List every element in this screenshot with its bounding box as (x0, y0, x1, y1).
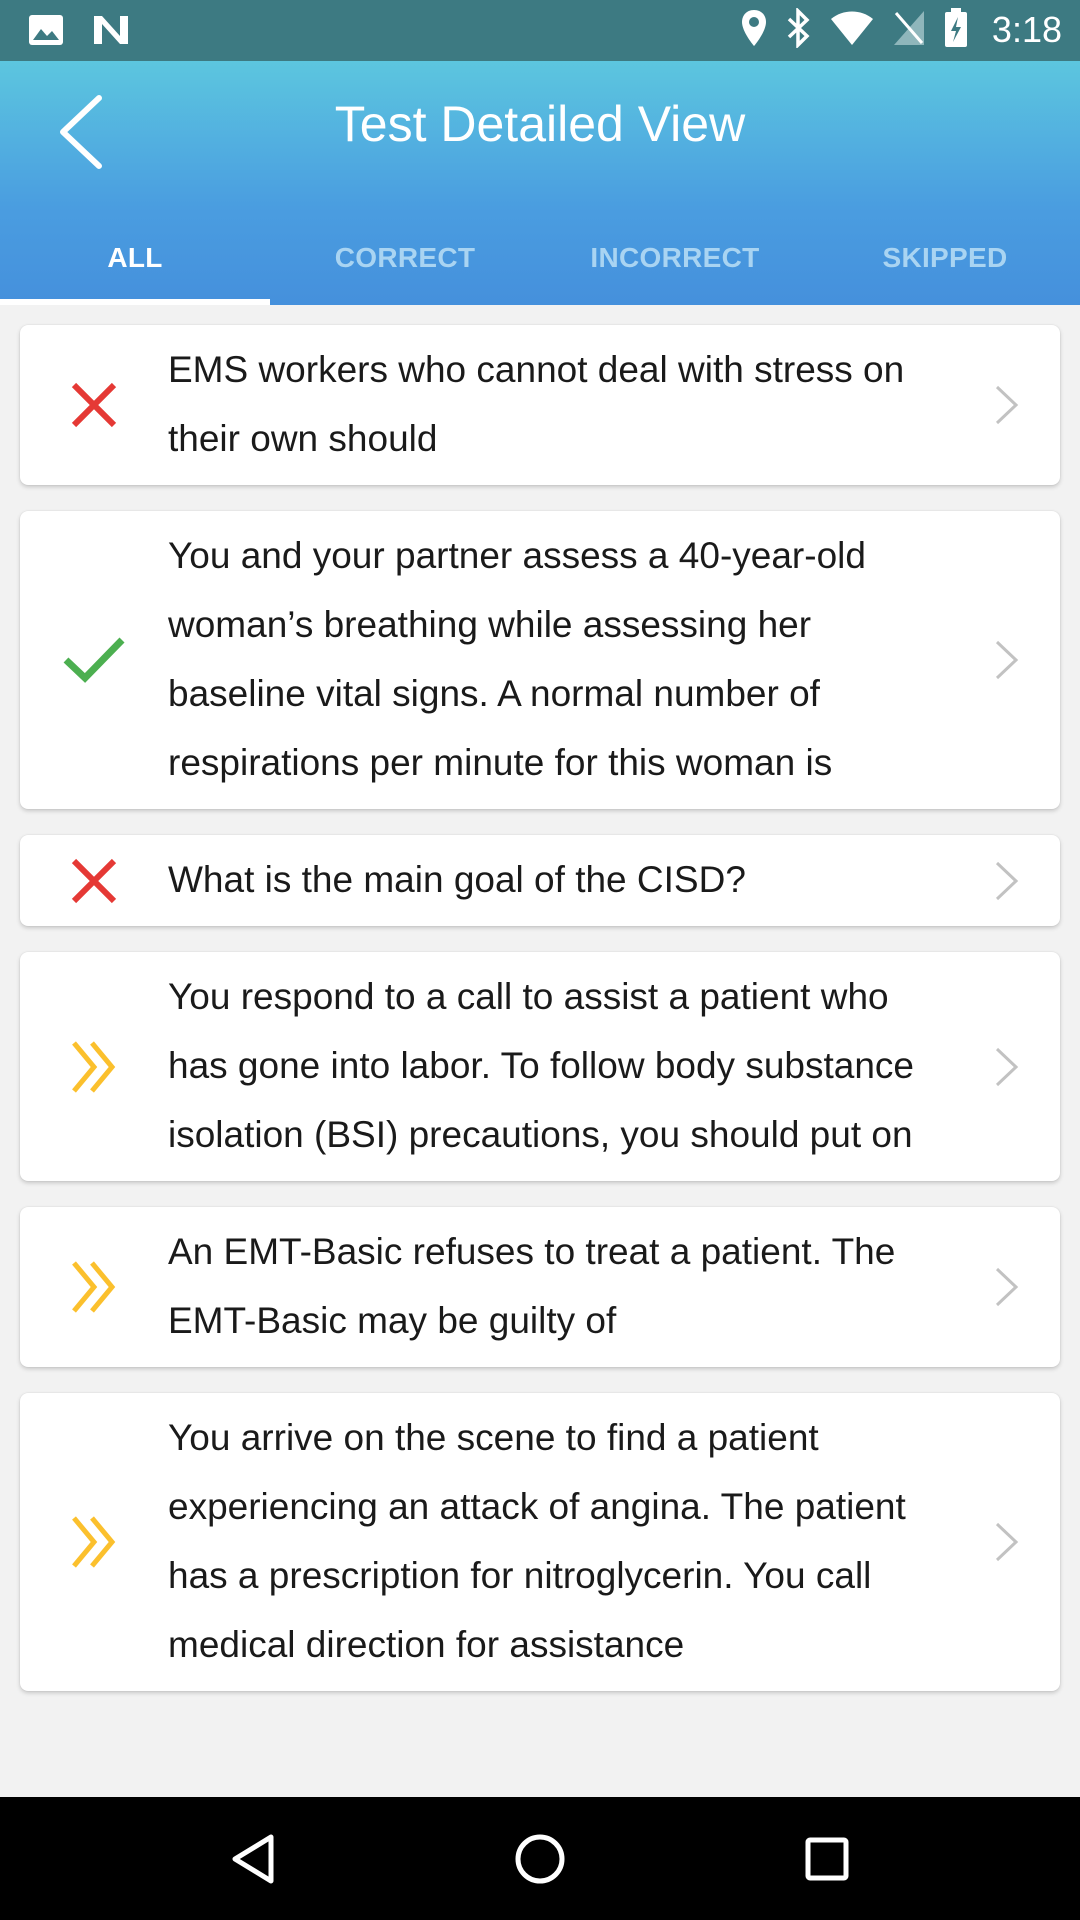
question-card[interactable]: An EMT-Basic refuses to treat a patient.… (20, 1207, 1060, 1367)
skipped-double-chevron-icon (20, 1259, 168, 1315)
status-time: 3:18 (991, 9, 1062, 50)
question-card[interactable]: You and your partner assess a 40-year-ol… (20, 511, 1060, 809)
n-notification-icon (92, 14, 130, 50)
question-card[interactable]: What is the main goal of the CISD? (20, 835, 1060, 926)
tab-correct[interactable]: CORRECT (270, 211, 540, 305)
question-text: You arrive on the scene to find a patien… (168, 1417, 906, 1665)
app-header: Test Detailed View ALL CORRECT INCORRECT… (0, 61, 1080, 305)
no-signal-icon (892, 9, 926, 51)
chevron-right-icon (954, 860, 1060, 902)
page-title: Test Detailed View (334, 96, 746, 152)
location-icon (740, 8, 768, 52)
question-text: EMS workers who cannot deal with stress … (168, 349, 905, 459)
question-list[interactable]: EMS workers who cannot deal with stress … (0, 305, 1080, 1797)
status-bar: 3:18 (0, 0, 1080, 61)
tab-incorrect[interactable]: INCORRECT (540, 211, 810, 305)
wifi-icon (830, 10, 874, 50)
tab-skipped[interactable]: SKIPPED (810, 211, 1080, 305)
recents-square-icon[interactable] (782, 1814, 872, 1904)
question-text: You respond to a call to assist a patien… (168, 976, 914, 1155)
question-text: An EMT-Basic refuses to treat a patient.… (168, 1231, 896, 1341)
question-card[interactable]: You arrive on the scene to find a patien… (20, 1393, 1060, 1691)
question-text: You and your partner assess a 40-year-ol… (168, 535, 866, 783)
chevron-right-icon (954, 1266, 1060, 1308)
chevron-right-icon (954, 639, 1060, 681)
tab-bar: ALL CORRECT INCORRECT SKIPPED (0, 211, 1080, 305)
system-nav-bar (0, 1797, 1080, 1920)
chevron-right-icon (954, 1046, 1060, 1088)
incorrect-x-icon (20, 857, 168, 905)
back-triangle-icon[interactable] (208, 1814, 298, 1904)
tab-all[interactable]: ALL (0, 211, 270, 305)
question-card[interactable]: You respond to a call to assist a patien… (20, 952, 1060, 1181)
bluetooth-icon (786, 6, 812, 52)
skipped-double-chevron-icon (20, 1039, 168, 1095)
battery-charging-icon (944, 8, 968, 52)
correct-check-icon (20, 636, 168, 684)
chevron-right-icon (954, 1521, 1060, 1563)
question-card[interactable]: EMS workers who cannot deal with stress … (20, 325, 1060, 485)
image-icon (28, 14, 64, 50)
incorrect-x-icon (20, 381, 168, 429)
question-text: What is the main goal of the CISD? (168, 859, 746, 900)
skipped-double-chevron-icon (20, 1514, 168, 1570)
home-circle-icon[interactable] (495, 1814, 585, 1904)
chevron-right-icon (954, 384, 1060, 426)
